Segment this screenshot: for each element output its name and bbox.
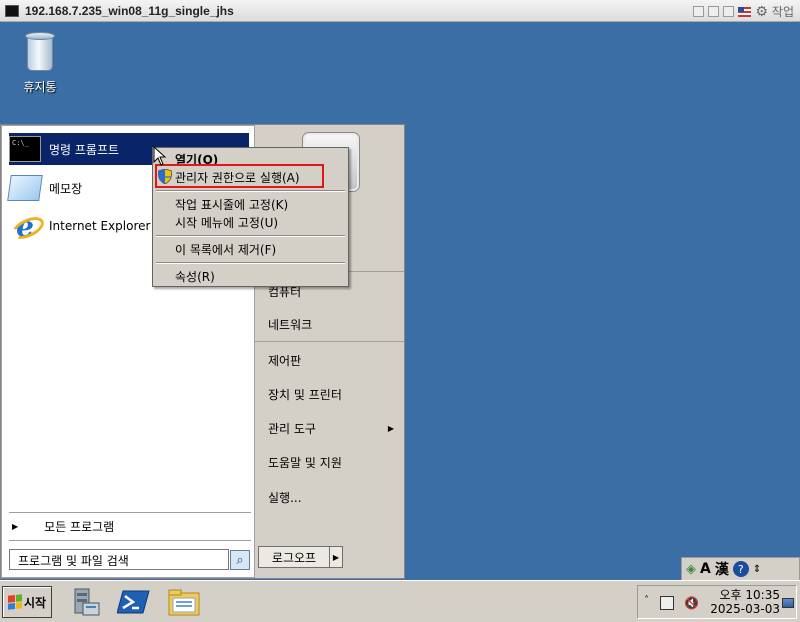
remote-desktop-icon [5, 4, 19, 17]
all-programs-button[interactable]: ▶ 모든 프로그램 [12, 518, 114, 535]
ie-icon: e [9, 210, 41, 243]
server-manager-icon[interactable] [69, 585, 103, 619]
divider [9, 540, 251, 541]
submenu-arrow-icon: ▶ [387, 424, 394, 433]
windows-explorer-icon[interactable] [167, 585, 201, 619]
start-item-label: Internet Explorer [49, 219, 151, 233]
place-devices-printers[interactable]: 장치 및 프린터 [268, 386, 342, 403]
clock-time: 오후 10:35 [719, 588, 780, 602]
menu-separator [156, 190, 345, 192]
ctx-pin-to-taskbar[interactable]: 작업 표시줄에 고정(K) [175, 196, 288, 213]
logoff-button[interactable]: 로그오프 [258, 546, 330, 568]
menu-separator [156, 262, 345, 264]
shutdown-options-arrow-icon[interactable]: ▶ [329, 546, 343, 568]
mouse-pointer-icon [153, 146, 167, 166]
maximize-button[interactable] [723, 6, 735, 17]
recycle-bin[interactable]: 휴지통 [12, 30, 68, 95]
place-network[interactable]: 네트워크 [268, 316, 312, 333]
ctx-properties[interactable]: 속성(R) [175, 268, 215, 285]
taskbar: 시작 ˄ 🔇 오후 10:35 2025-03-03 [0, 580, 800, 622]
minimize-button[interactable] [693, 6, 705, 17]
cmd-icon: C:\_ [9, 136, 41, 162]
divider [9, 512, 251, 513]
titlebar-controls: ⚙ 작업 [693, 3, 794, 20]
help-icon[interactable]: ? [732, 561, 749, 577]
gear-icon[interactable]: ⚙ [755, 5, 768, 19]
windows-logo-icon [7, 594, 22, 610]
place-control-panel[interactable]: 제어판 [268, 352, 301, 369]
place-help-support[interactable]: 도움말 및 지원 [268, 454, 342, 471]
search-icon[interactable]: ⌕ [230, 550, 250, 570]
place-admin-tools[interactable]: 관리 도구 [268, 420, 316, 437]
clock[interactable]: 오후 10:35 2025-03-03 [708, 588, 780, 616]
menu-separator [156, 235, 345, 237]
restore-button[interactable] [708, 6, 720, 17]
remote-window-titlebar[interactable]: 192.168.7.235_win08_11g_single_jhs ⚙ 작업 [0, 0, 800, 22]
langbar-options-icon[interactable]: ⇕ [753, 564, 761, 575]
recycle-bin-icon [22, 30, 58, 74]
ime-mode-hanja[interactable]: 漢 [715, 559, 729, 579]
keyboard-layout-flag-icon[interactable] [738, 6, 752, 17]
start-label: 시작 [23, 595, 47, 610]
show-hidden-icons-icon[interactable]: ˄ [644, 595, 649, 606]
recycle-bin-label: 휴지통 [23, 80, 57, 94]
search-input[interactable]: 프로그램 및 파일 검색 [9, 549, 229, 570]
window-title: 192.168.7.235_win08_11g_single_jhs [25, 3, 234, 18]
ctx-run-as-admin[interactable]: 관리자 권한으로 실행(A) [175, 169, 300, 186]
language-bar: ◈ A 漢 ? ⇕ [681, 557, 800, 581]
start-item-label: 명령 프롬프트 [49, 142, 120, 157]
ime-mode-icon[interactable]: ◈ [686, 562, 696, 577]
notepad-icon [7, 175, 43, 201]
place-run[interactable]: 실행... [268, 489, 302, 506]
divider [255, 341, 404, 342]
powershell-icon[interactable] [117, 585, 151, 619]
ctx-remove-from-list[interactable]: 이 목록에서 제거(F) [175, 241, 276, 258]
ime-mode-a[interactable]: A [700, 561, 711, 577]
ctx-pin-to-start[interactable]: 시작 메뉴에 고정(U) [175, 214, 278, 231]
notification-area: ˄ 🔇 오후 10:35 2025-03-03 [637, 585, 797, 619]
triangle-right-icon: ▶ [12, 522, 19, 531]
start-button[interactable]: 시작 [2, 586, 52, 618]
show-desktop-icon[interactable] [782, 598, 794, 608]
clock-date: 2025-03-03 [710, 602, 780, 616]
network-icon[interactable] [660, 596, 674, 610]
volume-muted-icon[interactable]: 🔇 [684, 596, 700, 612]
context-menu: 열기(O) 관리자 권한으로 실행(A) 작업 표시줄에 고정(K) 시작 메뉴… [152, 147, 349, 287]
all-programs-label: 모든 프로그램 [44, 520, 115, 534]
uac-shield-icon [158, 169, 172, 184]
start-item-label: 메모장 [49, 181, 83, 196]
actions-menu[interactable]: 작업 [772, 3, 794, 20]
